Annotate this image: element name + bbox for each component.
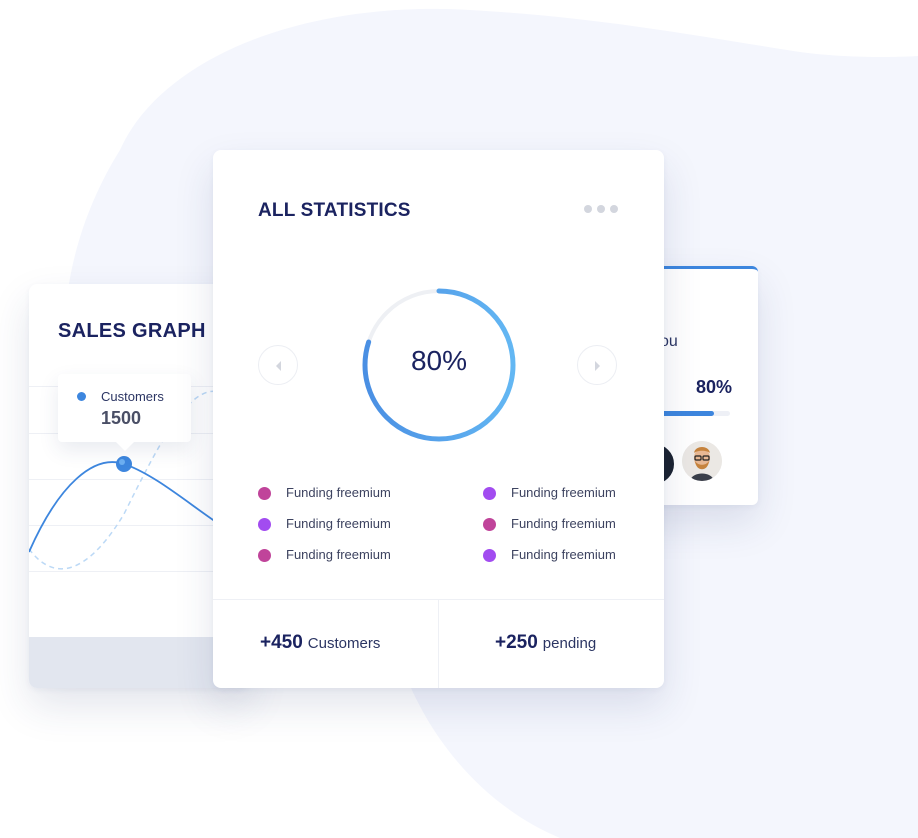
- legend-label: Funding freemium: [286, 516, 391, 531]
- legend-dot: [483, 518, 496, 531]
- pending-stat-label: pending: [542, 635, 597, 652]
- legend-dot: [483, 487, 496, 500]
- customers-stat: +450 Customers: [260, 632, 380, 654]
- customers-stat-label: Customers: [307, 635, 381, 652]
- tooltip-label: Customers: [101, 389, 164, 404]
- legend-label: Funding freemium: [286, 485, 391, 500]
- footer-column-divider: [438, 599, 439, 688]
- avatar[interactable]: [682, 441, 722, 481]
- team-card-percent: 80%: [695, 377, 732, 397]
- legend-label: Funding freemium: [511, 485, 616, 500]
- legend-dot: [258, 487, 271, 500]
- legend-label: Funding freemium: [511, 516, 616, 531]
- tooltip-value: 1500: [101, 408, 142, 428]
- pending-stat: +250 pending: [495, 632, 596, 654]
- legend-dot: [258, 518, 271, 531]
- chart-tooltip: Customers 1500: [58, 374, 191, 451]
- chevron-right-icon: [595, 361, 600, 371]
- more-options-icon[interactable]: [584, 205, 620, 215]
- pending-stat-value: +250: [495, 632, 538, 653]
- next-button[interactable]: [577, 345, 617, 385]
- statistics-title: ALL STATISTICS: [258, 200, 411, 221]
- previous-button[interactable]: [258, 345, 298, 385]
- statistics-card: ALL STATISTICS 80% Funding freemium Fund…: [213, 150, 664, 688]
- customers-stat-value: +450: [260, 632, 303, 653]
- legend-label: Funding freemium: [511, 547, 616, 562]
- legend-label: Funding freemium: [286, 547, 391, 562]
- legend-dot: [258, 549, 271, 562]
- chevron-left-icon: [276, 361, 281, 371]
- legend-dot: [483, 549, 496, 562]
- tooltip-series-dot: [77, 392, 86, 401]
- primary-series-line: [29, 461, 220, 553]
- progress-value: 80%: [410, 345, 468, 376]
- sales-graph-title: SALES GRAPH: [58, 320, 206, 342]
